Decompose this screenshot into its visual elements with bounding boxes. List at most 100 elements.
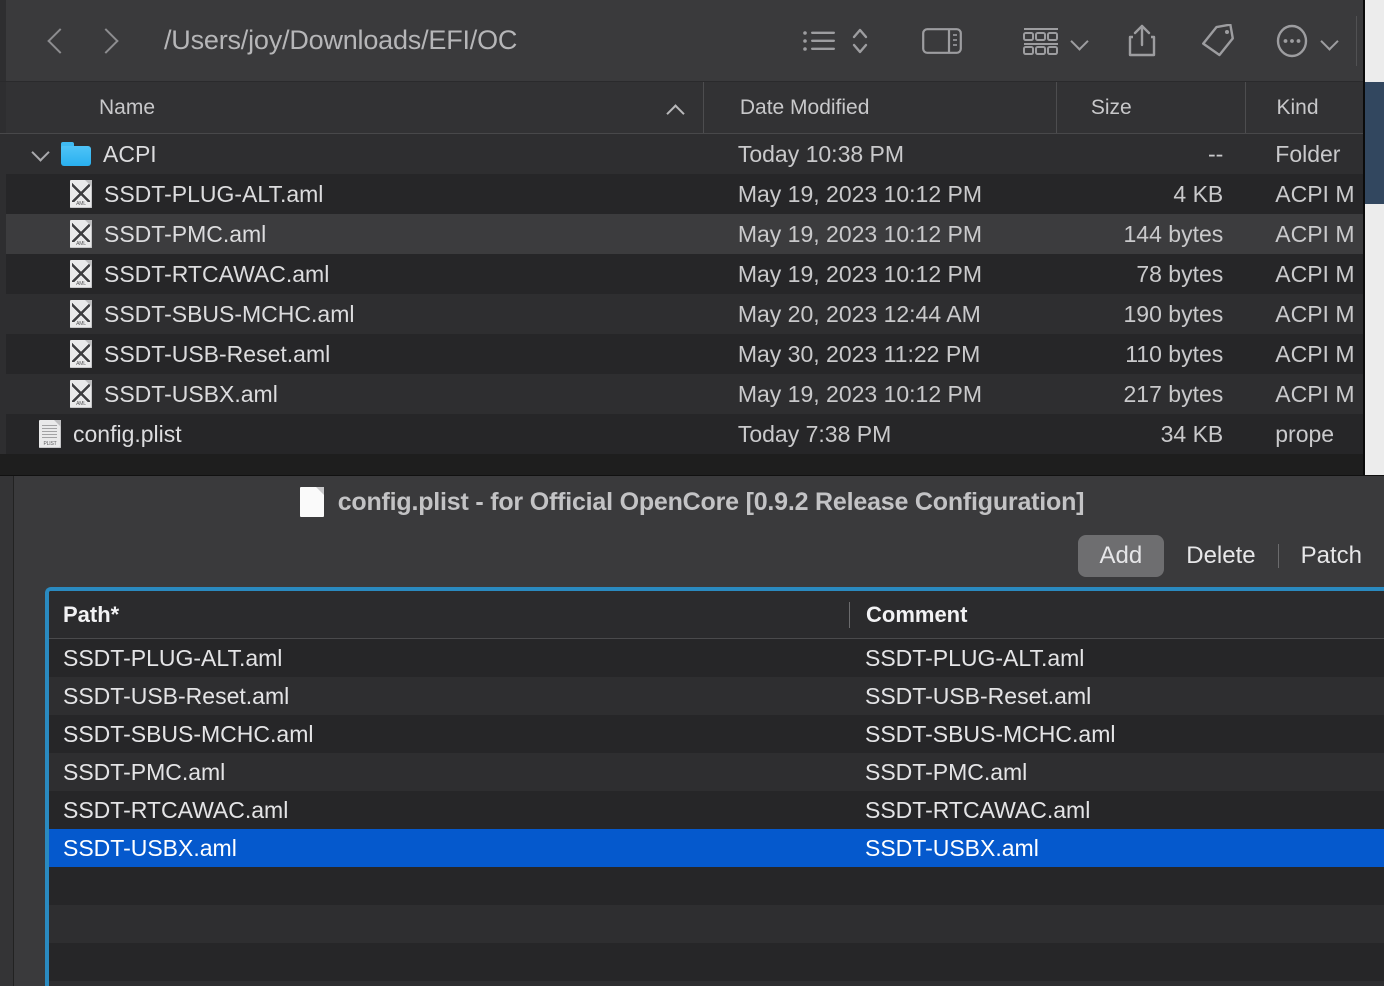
file-size-cell: 78 bytes (1136, 260, 1224, 287)
table-row-empty[interactable] (49, 905, 1384, 943)
table-row[interactable]: AML SSDT-PLUG-ALT.aml May 19, 2023 10:12… (0, 174, 1363, 214)
file-size-cell: 190 bytes (1123, 300, 1224, 327)
chevron-right-icon[interactable] (96, 30, 118, 52)
chevron-up-icon (669, 104, 683, 118)
file-kind-cell: ACPI M (1275, 340, 1355, 367)
table-row[interactable]: SSDT-PLUG-ALT.aml SSDT-PLUG-ALT.aml (49, 639, 1384, 677)
file-name-cell: AML SSDT-RTCAWAC.aml (0, 260, 702, 288)
file-date-cell: May 19, 2023 10:12 PM (737, 220, 983, 247)
file-date-cell: May 19, 2023 10:12 PM (737, 180, 983, 207)
file-name-label: SSDT-SBUS-MCHC.aml (104, 300, 355, 327)
disclosure-triangle-icon[interactable] (30, 143, 52, 165)
aml-document-icon: AML (70, 180, 92, 208)
window-title: config.plist - for Official OpenCore [0.… (337, 487, 1085, 516)
file-size-cell: 34 KB (1160, 420, 1224, 447)
table-row[interactable]: SSDT-USB-Reset.aml SSDT-USB-Reset.aml (49, 677, 1384, 715)
column-header-kind[interactable]: Kind (1245, 82, 1363, 133)
file-name-label: ACPI (103, 140, 157, 167)
table-row-empty[interactable] (49, 981, 1384, 986)
table-row[interactable]: AML SSDT-SBUS-MCHC.aml May 20, 2023 12:4… (0, 294, 1363, 334)
column-header-path[interactable]: Path* (49, 602, 849, 628)
comment-cell[interactable]: SSDT-PMC.aml (849, 759, 1384, 786)
table-row[interactable]: AML SSDT-RTCAWAC.aml May 19, 2023 10:12 … (0, 254, 1363, 294)
column-header-date-label: Date Modified (739, 95, 870, 119)
file-kind-cell: ACPI M (1275, 300, 1355, 327)
column-header-date-modified[interactable]: Date Modified (702, 82, 1056, 133)
acpi-add-table[interactable]: Path* Comment SSDT-PLUG-ALT.aml SSDT-PLU… (45, 587, 1384, 986)
path-cell[interactable]: SSDT-SBUS-MCHC.aml (49, 721, 849, 748)
file-size-cell: 4 KB (1173, 180, 1224, 207)
path-cell[interactable]: SSDT-RTCAWAC.aml (49, 797, 849, 824)
table-row-empty[interactable] (49, 867, 1384, 905)
aml-document-icon: AML (70, 380, 92, 408)
comment-cell[interactable]: SSDT-SBUS-MCHC.aml (849, 721, 1384, 748)
aml-document-icon: AML (70, 300, 92, 328)
finder-window: /Users/joy/Downloads/EFI/OC Name Date Mo… (0, 0, 1365, 475)
chevron-down-icon[interactable] (1322, 34, 1336, 48)
column-header-comment[interactable]: Comment (849, 601, 1384, 628)
table-header-row: Path* Comment (49, 591, 1384, 639)
table-row[interactable]: AML SSDT-USBX.aml May 19, 2023 10:12 PM … (0, 374, 1363, 414)
plist-editor-window: config.plist - for Official OpenCore [0.… (0, 475, 1384, 986)
table-row[interactable]: AML SSDT-USB-Reset.aml May 30, 2023 11:2… (0, 334, 1363, 374)
comment-cell[interactable]: SSDT-USB-Reset.aml (849, 683, 1384, 710)
table-row[interactable]: AML SSDT-PMC.aml May 19, 2023 10:12 PM 1… (0, 214, 1363, 254)
sidebar-toggle-icon[interactable] (922, 26, 962, 56)
comment-cell[interactable]: SSDT-RTCAWAC.aml (849, 797, 1384, 824)
file-name-label: SSDT-USBX.aml (104, 380, 278, 407)
table-row[interactable]: SSDT-PMC.aml SSDT-PMC.aml (49, 753, 1384, 791)
comment-cell[interactable]: SSDT-PLUG-ALT.aml (849, 645, 1384, 672)
sort-updown-icon[interactable] (850, 26, 870, 56)
column-header-size[interactable]: Size (1055, 82, 1246, 133)
file-name-label: SSDT-RTCAWAC.aml (104, 260, 330, 287)
file-size-cell: 144 bytes (1123, 220, 1224, 247)
file-date-cell: May 30, 2023 11:22 PM (737, 340, 981, 367)
patch-button[interactable]: Patch (1279, 535, 1384, 577)
file-name-cell: AML SSDT-SBUS-MCHC.aml (0, 300, 702, 328)
toolbar-divider (1356, 15, 1357, 66)
file-date-cell: May 20, 2023 12:44 AM (737, 300, 981, 327)
file-name-label: SSDT-USB-Reset.aml (104, 340, 331, 367)
finder-path-title: /Users/joy/Downloads/EFI/OC (164, 25, 518, 55)
chevron-down-icon[interactable] (1072, 34, 1086, 48)
table-row[interactable]: ACPI Today 10:38 PM -- Folder (0, 134, 1363, 174)
column-header-name[interactable]: Name (0, 82, 703, 133)
table-row-empty[interactable] (49, 943, 1384, 981)
file-name-cell: AML SSDT-USBX.aml (0, 380, 702, 408)
action-button-group: Add Delete Patch (1077, 535, 1384, 577)
delete-button[interactable]: Delete (1164, 535, 1277, 577)
file-kind-cell: ACPI M (1275, 180, 1355, 207)
file-kind-cell: prope (1275, 420, 1335, 447)
table-row[interactable]: SSDT-RTCAWAC.aml SSDT-RTCAWAC.aml (49, 791, 1384, 829)
column-header-kind-label: Kind (1276, 95, 1319, 119)
table-row-selected[interactable]: SSDT-USBX.aml SSDT-USBX.aml (49, 829, 1384, 867)
file-kind-cell: ACPI M (1275, 380, 1355, 407)
finder-toolbar-actions (742, 0, 1363, 81)
column-header-size-label: Size (1090, 95, 1132, 119)
finder-column-headers: Name Date Modified Size Kind (0, 82, 1363, 134)
file-name-cell: AML SSDT-USB-Reset.aml (0, 340, 702, 368)
table-row[interactable]: PLIST config.plist Today 7:38 PM 34 KB p… (0, 414, 1363, 454)
file-name-label: SSDT-PLUG-ALT.aml (104, 180, 324, 207)
path-cell[interactable]: SSDT-USBX.aml (49, 835, 849, 862)
comment-cell[interactable]: SSDT-USBX.aml (849, 835, 1384, 862)
add-button[interactable]: Add (1077, 535, 1165, 577)
group-by-icon[interactable] (1022, 26, 1060, 56)
table-row[interactable]: SSDT-SBUS-MCHC.aml SSDT-SBUS-MCHC.aml (49, 715, 1384, 753)
file-kind-cell: Folder (1275, 140, 1341, 167)
column-header-name-label: Name (99, 95, 156, 119)
chevron-left-icon[interactable] (46, 30, 68, 52)
path-cell[interactable]: SSDT-PMC.aml (49, 759, 849, 786)
folder-icon (61, 142, 91, 166)
share-icon[interactable] (1126, 23, 1158, 59)
finder-file-list[interactable]: ACPI Today 10:38 PM -- Folder AML SSDT-P… (0, 134, 1363, 454)
finder-navigation (46, 30, 118, 52)
tag-icon[interactable] (1200, 23, 1236, 58)
file-name-label: SSDT-PMC.aml (104, 220, 267, 247)
more-ellipsis-icon[interactable] (1274, 24, 1310, 58)
aml-document-icon: AML (70, 260, 92, 288)
list-view-icon[interactable] (802, 28, 838, 54)
path-cell[interactable]: SSDT-USB-Reset.aml (49, 683, 849, 710)
path-cell[interactable]: SSDT-PLUG-ALT.aml (49, 645, 849, 672)
file-size-cell: 217 bytes (1123, 380, 1224, 407)
